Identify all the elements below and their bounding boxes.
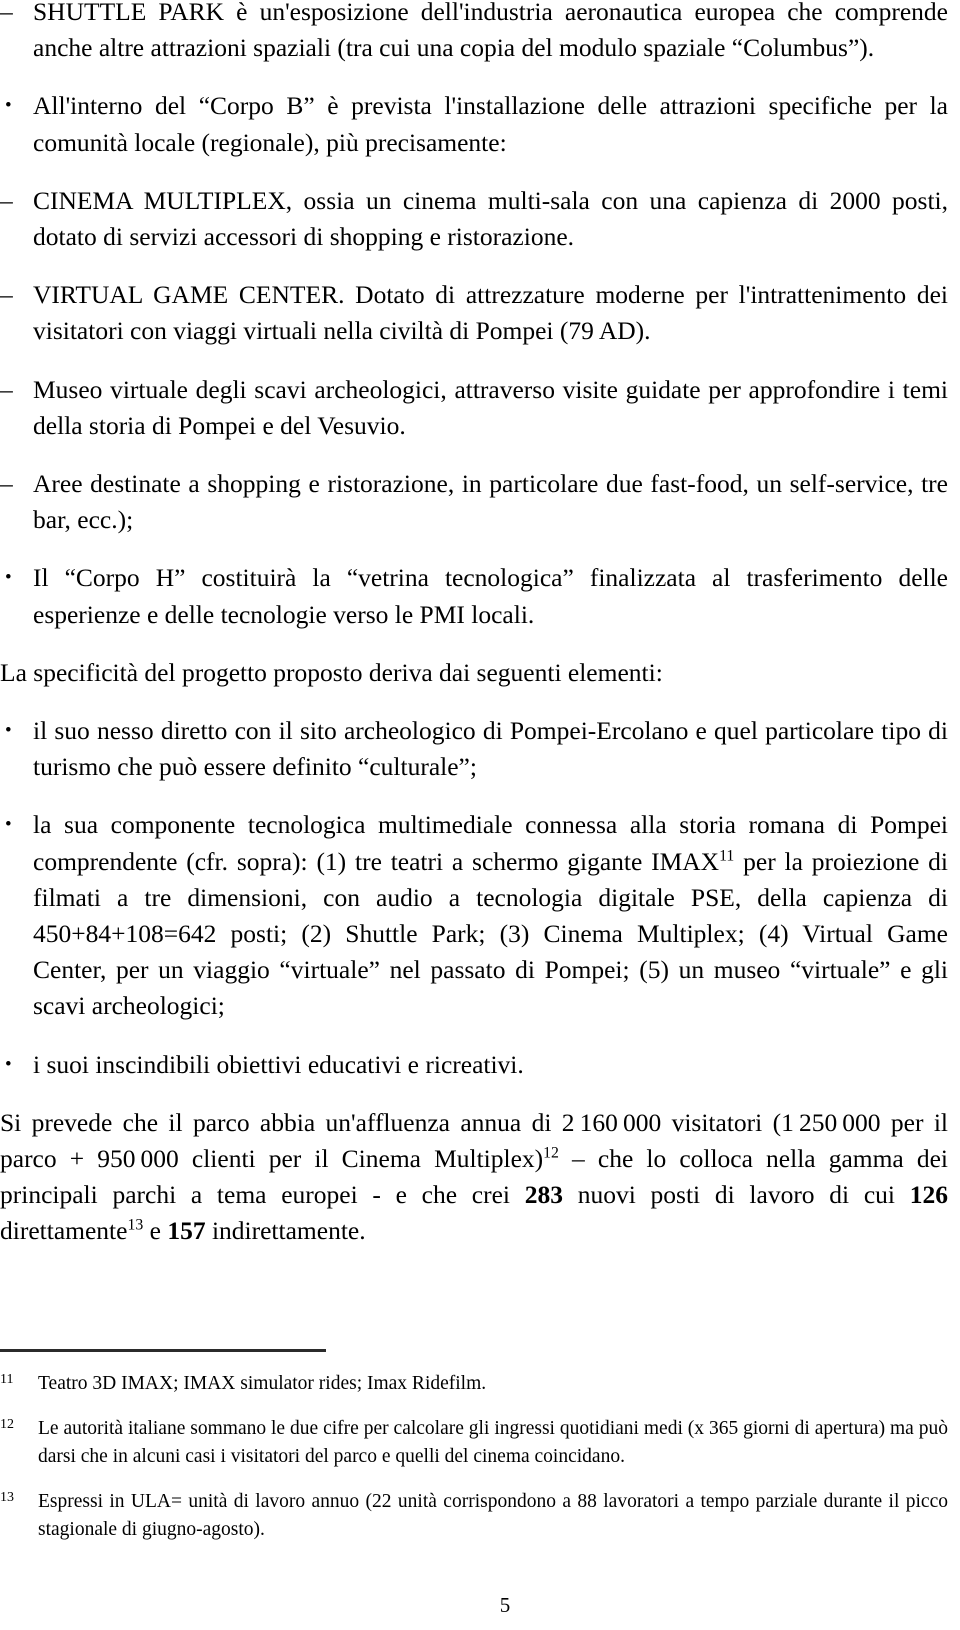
list-item-aree-shopping: – Aree destinate a shopping e ristorazio… — [0, 466, 948, 538]
document-body: – SHUTTLE PARK è un'esposizione dell'ind… — [0, 0, 948, 1250]
document-page: – SHUTTLE PARK è un'esposizione dell'ind… — [0, 0, 960, 1630]
page-number-value: 5 — [499, 1593, 511, 1617]
round-bullet-icon: • — [5, 95, 12, 117]
footnote-number: 11 — [0, 1372, 14, 1387]
footnote-ref-12[interactable]: 12 — [543, 1145, 559, 1162]
footnote-ref-11[interactable]: 11 — [719, 847, 734, 864]
list-item-obiettivi: • i suoi inscindibili obiettivi educativ… — [5, 1047, 948, 1083]
dash-bullet-icon: – — [0, 469, 13, 499]
footnote-text: Teatro 3D IMAX; IMAX simulator rides; Im… — [38, 1373, 487, 1394]
list-item-text: Il “Corpo H” costituirà la “vetrina tecn… — [33, 563, 948, 629]
round-bullet-icon: • — [5, 1053, 12, 1075]
list-item-text: il suo nesso diretto con il sito archeol… — [33, 716, 948, 782]
list-item-shuttle-park: – SHUTTLE PARK è un'esposizione dell'ind… — [0, 0, 948, 66]
affluenza-jobs-indirect: 157 — [167, 1216, 206, 1246]
footnote-12: 12 Le autorità italiane sommano le due c… — [0, 1415, 948, 1471]
list-item-text: Aree destinate a shopping e ristorazione… — [33, 469, 948, 535]
footnote-11: 11 Teatro 3D IMAX; IMAX simulator rides;… — [0, 1370, 948, 1398]
list-item-componente-tecnologica: • la sua componente tecnologica multimed… — [5, 807, 948, 1024]
list-item-text: Museo virtuale degli scavi archeologici,… — [33, 374, 948, 440]
footnote-separator — [0, 1349, 326, 1352]
paragraph-specificita-intro: La specificità del progetto proposto der… — [0, 657, 663, 687]
page-number: 5 — [0, 1592, 960, 1618]
dash-bullet-icon: – — [0, 280, 13, 310]
list-item-corpo-h: • Il “Corpo H” costituirà la “vetrina te… — [5, 560, 948, 632]
list-item-text: All'interno del “Corpo B” è prevista l'i… — [33, 91, 948, 157]
list-item-nesso-diretto: • il suo nesso diretto con il sito arche… — [5, 713, 948, 785]
affluenza-jobs-direct: 126 — [909, 1180, 948, 1210]
list-item-museo-virtuale: – Museo virtuale degli scavi archeologic… — [0, 372, 948, 444]
affluenza-segment-3: nuovi posti di lavoro di cui — [562, 1180, 910, 1210]
dash-bullet-icon: – — [0, 185, 13, 215]
paragraph-affluenza: Si prevede che il parco abbia un'affluen… — [0, 1105, 948, 1250]
round-bullet-icon: • — [5, 720, 12, 742]
list-item-text: SHUTTLE PARK è un'esposizione dell'indus… — [33, 0, 948, 63]
list-item-cinema-multiplex: – CINEMA MULTIPLEX, ossia un cinema mult… — [0, 183, 948, 255]
dash-bullet-icon: – — [0, 374, 13, 404]
round-bullet-icon: • — [5, 567, 12, 589]
list-item-corpo-b: • All'interno del “Corpo B” è prevista l… — [5, 88, 948, 160]
affluenza-segment-6: indirettamente. — [205, 1216, 366, 1246]
footnote-ref-13[interactable]: 13 — [127, 1217, 143, 1234]
affluenza-segment-5: e — [143, 1216, 168, 1246]
affluenza-segment-4: direttamente — [0, 1216, 128, 1246]
list-item-text: VIRTUAL GAME CENTER. Dotato di attrezzat… — [33, 280, 948, 346]
list-item-text: i suoi inscindibili obiettivi educativi … — [33, 1049, 524, 1079]
dash-bullet-icon: – — [0, 0, 13, 26]
list-item-text: CINEMA MULTIPLEX, ossia un cinema multi-… — [33, 185, 948, 252]
footnote-13: 13 Espressi in ULA= unità di lavoro annu… — [0, 1488, 948, 1544]
footnote-section: 11 Teatro 3D IMAX; IMAX simulator rides;… — [0, 1370, 948, 1561]
round-bullet-icon: • — [5, 814, 12, 836]
footnote-number: 12 — [0, 1417, 14, 1432]
list-item-virtual-game-center: – VIRTUAL GAME CENTER. Dotato di attrezz… — [0, 277, 948, 349]
footnote-text: Le autorità italiane sommano le due cifr… — [38, 1418, 948, 1467]
footnote-number: 13 — [0, 1490, 14, 1505]
affluenza-jobs-total: 283 — [524, 1180, 563, 1210]
footnote-text: Espressi in ULA= unità di lavoro annuo (… — [38, 1491, 948, 1540]
